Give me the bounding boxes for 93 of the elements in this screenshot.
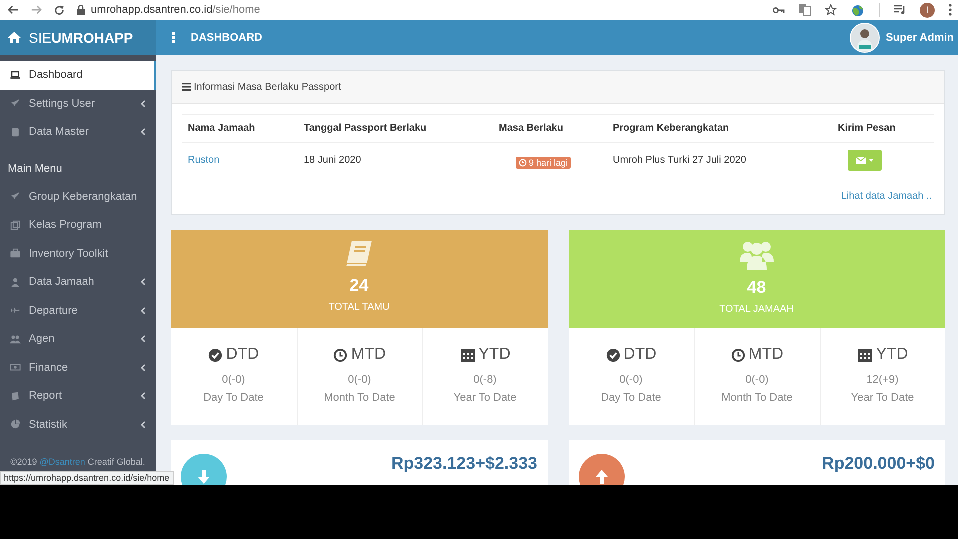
translate-icon[interactable] <box>799 4 811 16</box>
key-icon[interactable] <box>773 6 785 14</box>
chevron-left-icon <box>140 335 146 344</box>
column-header: Nama Jamaah <box>182 114 298 143</box>
chevron-left-icon <box>140 100 146 108</box>
period-value: 0(-0) <box>348 374 372 386</box>
period-caption: Month To Date <box>722 392 793 404</box>
column-header: Kirim Pesan <box>832 114 934 143</box>
column-header: Tanggal Passport Berlaku <box>298 114 493 143</box>
stat-value: 24 <box>350 276 369 296</box>
clock-icon <box>518 159 527 167</box>
period-title: DTD <box>624 346 657 364</box>
laptop-icon <box>10 70 21 81</box>
sidebar-item[interactable]: Data Master <box>0 118 156 146</box>
pie-icon <box>10 419 21 430</box>
user-avatar[interactable] <box>850 22 880 52</box>
link-preview-tooltip: https://umrohapp.dsantren.co.id/sie/home <box>0 471 174 485</box>
sidebar-item[interactable]: Report <box>0 382 156 410</box>
money-icon <box>10 362 21 374</box>
sidebar-item[interactable]: Finance <box>0 354 156 382</box>
globe-extension-icon[interactable] <box>851 4 865 16</box>
chevron-left-icon <box>140 364 146 372</box>
days-left-badge: 9 hari lagi <box>516 157 571 169</box>
sidebar-item[interactable]: Kelas Program <box>0 211 156 240</box>
calendar-icon <box>857 347 874 363</box>
users-icon <box>740 240 774 270</box>
period-caption: Day To Date <box>601 392 662 404</box>
chevron-left-icon <box>140 128 146 136</box>
period-title: MTD <box>748 346 784 364</box>
check-circle-icon <box>606 348 621 362</box>
address-bar[interactable]: umrohapp.dsantren.co.id/sie/home <box>91 4 260 16</box>
period-value: 0(-0) <box>746 374 769 386</box>
check-circle-icon <box>208 348 224 362</box>
home-icon <box>8 32 21 43</box>
user-icon <box>10 276 21 288</box>
sidebar-item[interactable]: Agen <box>0 325 156 354</box>
column-header: Masa Berlaku <box>493 114 607 143</box>
sidebar-item[interactable]: Data Jamaah <box>0 268 156 296</box>
chevron-left-icon <box>140 420 146 429</box>
briefcase-icon <box>10 248 21 260</box>
sidebar-item[interactable]: Inventory Toolkit <box>0 240 156 268</box>
column-header: Program Keberangkatan <box>607 114 832 143</box>
period-title: YTD <box>876 346 908 364</box>
page-title: DASHBOARD <box>191 32 262 44</box>
view-pilgrims-link[interactable]: Lihat data Jamaah .. <box>841 191 932 202</box>
chevron-left-icon <box>140 278 146 286</box>
star-icon[interactable] <box>825 4 837 16</box>
chevron-left-icon <box>140 306 146 315</box>
sidebar-item[interactable]: Group Keberangkatan <box>0 182 156 211</box>
sidebar-item[interactable]: Departure <box>0 296 156 325</box>
period-title: YTD <box>478 346 511 364</box>
clock-icon <box>333 348 348 362</box>
playlist-icon[interactable] <box>894 5 906 15</box>
stat-label: TOTAL JAMAAH <box>720 304 794 315</box>
period-caption: Month To Date <box>324 392 396 404</box>
copyright-text: ©2019 @Dsantren Creatif Global. <box>10 457 146 467</box>
menu-section-title: Main Menu <box>8 162 62 174</box>
stat-value: 48 <box>747 278 766 298</box>
period-caption: Year To Date <box>851 392 914 404</box>
clock-icon <box>730 348 746 362</box>
period-value: 0(-0) <box>222 374 246 386</box>
table-cell-text: 18 Juni 2020 <box>303 154 362 168</box>
sidebar-item[interactable]: Statistik <box>0 410 156 439</box>
calendar-icon <box>460 347 476 363</box>
period-caption: Day To Date <box>204 392 264 404</box>
back-arrow-icon[interactable] <box>8 5 19 15</box>
finance-amount: Rp200.000+$0 <box>822 454 935 474</box>
menu-toggle-icon[interactable] <box>172 32 175 43</box>
period-title: MTD <box>351 346 386 364</box>
period-title: DTD <box>226 346 260 364</box>
chevron-left-icon <box>140 392 146 400</box>
copy-icon <box>10 220 21 231</box>
pilgrim-name-link[interactable]: Ruston <box>188 155 220 166</box>
table-cell-text: Umroh Plus Turki 27 Juli 2020 <box>612 154 748 168</box>
menu-icon[interactable] <box>949 4 952 16</box>
panel-title: Informasi Masa Berlaku Passport <box>194 82 342 92</box>
finance-amount: Rp323.123+$2.333 <box>391 454 538 474</box>
envelope-icon <box>856 157 866 164</box>
period-value: 0(-0) <box>620 374 643 386</box>
period-value: 12(+9) <box>866 374 899 386</box>
period-caption: Year To Date <box>454 392 517 404</box>
lock-icon <box>77 5 85 15</box>
period-value: 0(-8) <box>474 374 497 386</box>
profile-avatar[interactable]: I <box>920 2 935 18</box>
sidebar-item[interactable]: Dashboard <box>0 61 156 90</box>
reload-icon[interactable] <box>54 4 65 16</box>
users-icon <box>10 334 21 345</box>
plane-icon <box>10 305 21 316</box>
list-icon <box>182 83 191 91</box>
user-name[interactable]: Super Admin <box>886 32 954 44</box>
caret-icon <box>869 159 874 162</box>
stat-label: TOTAL TAMU <box>328 302 390 313</box>
sidebar-item[interactable]: Settings User <box>0 90 156 118</box>
